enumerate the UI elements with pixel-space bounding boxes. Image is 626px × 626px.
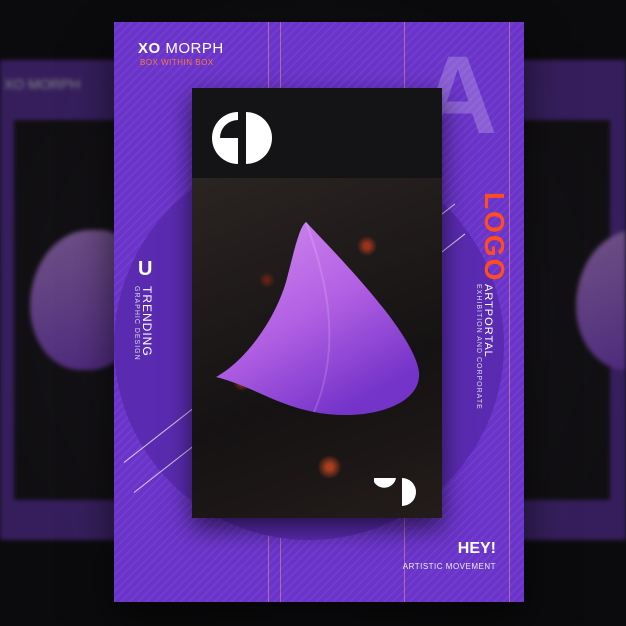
poster-title: XO MORPH [138,40,224,57]
vertical-line [509,22,510,602]
exhibition-text: EXHIBITION AND CORPORATE [475,284,482,410]
trending-text: TRENDING [140,286,154,357]
title-rest: MORPH [165,40,224,57]
hey-text: HEY! [457,540,496,557]
artportal-text: ARTPORTAL [482,284,494,358]
u-letter: U [138,258,153,280]
small-logo-mark-icon [374,478,416,506]
graphic-design-text: GRAPHIC DESIGN [133,286,140,361]
title-bold: XO [138,40,161,57]
logo-word: LOGO [479,192,510,283]
main-poster: A XO MORPH BOX WITHIN BOX U TRENDING GRA… [114,22,524,602]
morph-cone-shape-icon [216,221,420,416]
artistic-movement-text: ARTISTIC MOVEMENT [402,562,496,571]
poster-subtitle: BOX WITHIN BOX [140,58,214,67]
ghost-title: XO MORPH [4,76,81,92]
g-logo-mark-icon [212,112,272,164]
